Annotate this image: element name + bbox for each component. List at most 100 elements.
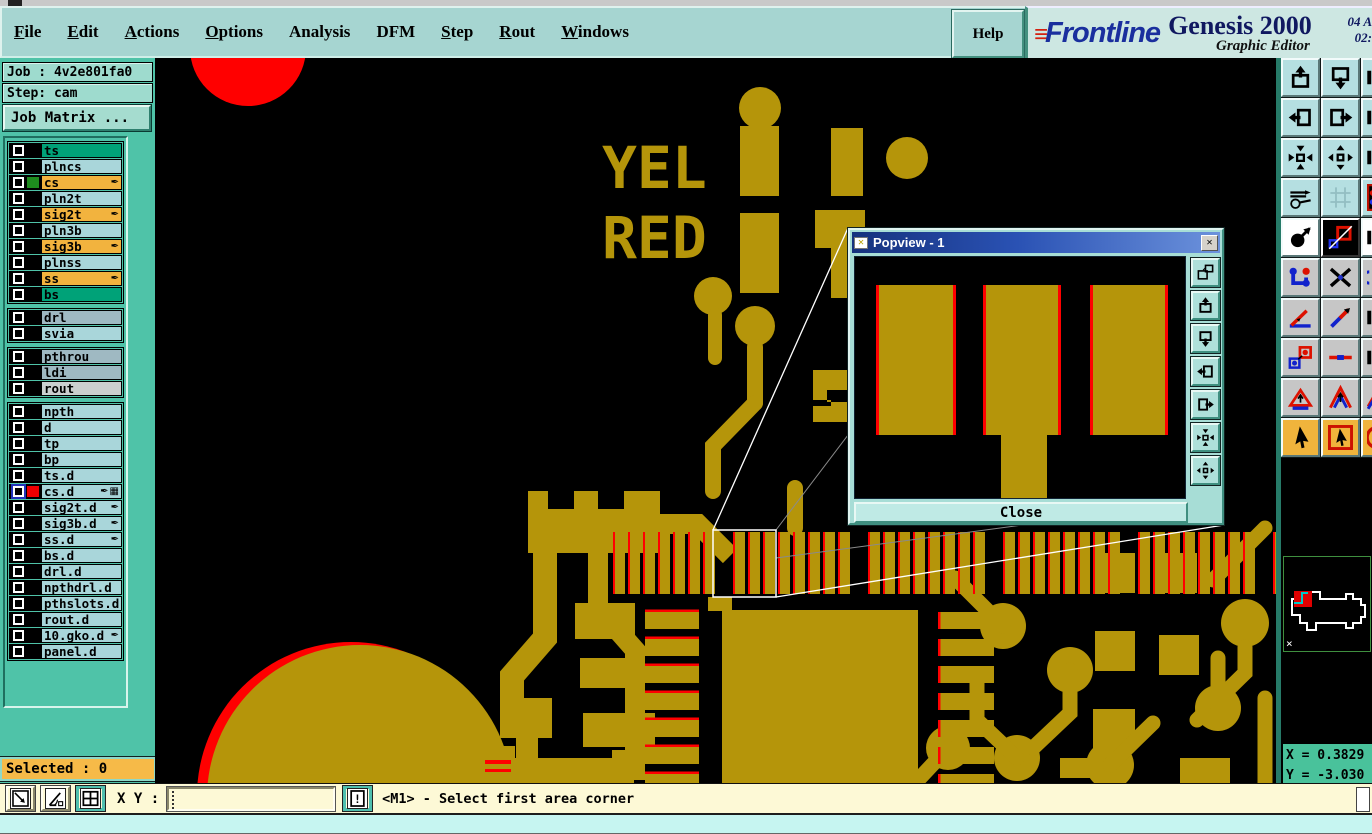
pan-center-button[interactable] xyxy=(1320,137,1361,178)
layer-row-bp[interactable]: bp xyxy=(9,452,122,467)
layer-color-box[interactable] xyxy=(27,312,39,323)
layer-row-bs.d[interactable]: bs.d xyxy=(9,548,122,563)
layer-color-box[interactable] xyxy=(27,367,39,378)
menu-item-windows[interactable]: Windows xyxy=(561,22,629,42)
layer-visibility-checkbox[interactable] xyxy=(13,241,24,252)
popview-pan-left-button[interactable] xyxy=(1190,356,1221,387)
popview-zoom-fit-button[interactable] xyxy=(1190,422,1221,453)
layer-visibility-checkbox[interactable] xyxy=(13,225,24,236)
fragment-button[interactable] xyxy=(1360,297,1372,338)
layer-color-box[interactable] xyxy=(27,193,39,204)
layer-row-npthdrl.d[interactable]: npthdrl.d xyxy=(9,580,122,595)
fragment-orange-button[interactable] xyxy=(1360,417,1372,458)
layer-visibility-checkbox[interactable] xyxy=(13,550,24,561)
layer-visibility-checkbox[interactable] xyxy=(13,454,24,465)
layer-visibility-checkbox[interactable] xyxy=(13,209,24,220)
layer-visibility-checkbox[interactable] xyxy=(13,328,24,339)
select-cursor-button[interactable] xyxy=(1281,417,1321,458)
menu-item-analysis[interactable]: Analysis xyxy=(289,22,350,42)
menu-item-options[interactable]: Options xyxy=(205,22,263,42)
grid-button[interactable] xyxy=(1320,177,1361,218)
layer-row-pln3b[interactable]: pln3b xyxy=(9,223,122,238)
erase-x-button[interactable] xyxy=(1320,257,1361,298)
zoom-area-button[interactable] xyxy=(5,785,36,812)
menu-help[interactable]: Help xyxy=(951,9,1025,59)
alert-button[interactable]: ! xyxy=(342,785,374,812)
layer-row-d[interactable]: d xyxy=(9,420,122,435)
layer-visibility-checkbox[interactable] xyxy=(13,438,24,449)
layer-color-box[interactable] xyxy=(27,161,39,172)
fragment-button[interactable] xyxy=(1360,337,1372,378)
active-layers-button[interactable] xyxy=(1320,217,1361,258)
layer-visibility-checkbox[interactable] xyxy=(13,582,24,593)
layer-row-sig2t[interactable]: sig2t ✒ xyxy=(9,207,122,222)
layer-visibility-checkbox[interactable] xyxy=(13,367,24,378)
layer-visibility-checkbox[interactable] xyxy=(13,614,24,625)
layer-color-box[interactable] xyxy=(27,177,39,188)
layer-visibility-checkbox[interactable] xyxy=(13,486,24,497)
layer-visibility-checkbox[interactable] xyxy=(13,351,24,362)
layer-row-plnss[interactable]: plnss xyxy=(9,255,122,270)
layer-row-sig3b[interactable]: sig3b ✒ xyxy=(9,239,122,254)
angle-line-button[interactable] xyxy=(1281,297,1321,338)
layer-visibility-checkbox[interactable] xyxy=(13,257,24,268)
fragment-blue-button[interactable] xyxy=(1360,257,1372,298)
tools-button[interactable] xyxy=(1281,177,1321,218)
layer-color-box[interactable] xyxy=(27,145,39,156)
stretch-button[interactable] xyxy=(1320,337,1361,378)
overview-minimap[interactable]: × xyxy=(1283,556,1371,652)
fragment-tri-button[interactable] xyxy=(1360,377,1372,418)
layer-row-ss[interactable]: ss ✒ xyxy=(9,271,122,286)
layer-color-box[interactable] xyxy=(27,550,39,561)
popview-pan-up-button[interactable] xyxy=(1190,290,1221,321)
layer-color-box[interactable] xyxy=(27,646,39,657)
layer-visibility-checkbox[interactable] xyxy=(13,598,24,609)
grid-toggle-button[interactable] xyxy=(75,785,106,812)
popview-pan-down-button[interactable] xyxy=(1190,323,1221,354)
popview-canvas[interactable] xyxy=(854,256,1186,499)
layer-row-rout.d[interactable]: rout.d xyxy=(9,612,122,627)
layer-visibility-checkbox[interactable] xyxy=(13,566,24,577)
pan-up-button[interactable] xyxy=(1281,58,1321,98)
select-box-cursor-button[interactable] xyxy=(1320,417,1361,458)
layer-color-box[interactable] xyxy=(27,257,39,268)
layer-color-box[interactable] xyxy=(27,502,39,513)
layer-visibility-checkbox[interactable] xyxy=(13,502,24,513)
job-matrix-button[interactable]: Job Matrix ... xyxy=(2,104,152,132)
popview-close-button[interactable]: Close xyxy=(854,502,1188,523)
layer-visibility-checkbox[interactable] xyxy=(13,646,24,657)
layer-color-box[interactable] xyxy=(27,566,39,577)
layer-row-svia[interactable]: svia xyxy=(9,326,122,341)
layer-color-box[interactable] xyxy=(27,614,39,625)
menu-item-file[interactable]: File xyxy=(14,22,41,42)
surface-button[interactable] xyxy=(1281,377,1321,418)
layer-color-box[interactable] xyxy=(27,273,39,284)
layer-color-box[interactable] xyxy=(27,422,39,433)
layer-row-sig2t.d[interactable]: sig2t.d ✒ xyxy=(9,500,122,515)
layer-color-box[interactable] xyxy=(27,209,39,220)
layer-visibility-checkbox[interactable] xyxy=(13,470,24,481)
layer-row-ss.d[interactable]: ss.d ✒ xyxy=(9,532,122,547)
layer-color-box[interactable] xyxy=(27,582,39,593)
popview-close-icon[interactable]: ✕ xyxy=(1201,234,1218,251)
layer-visibility-checkbox[interactable] xyxy=(13,289,24,300)
layer-visibility-checkbox[interactable] xyxy=(13,161,24,172)
layer-visibility-checkbox[interactable] xyxy=(13,630,24,641)
menu-item-dfm[interactable]: DFM xyxy=(376,22,415,42)
layer-visibility-checkbox[interactable] xyxy=(13,145,24,156)
layer-visibility-checkbox[interactable] xyxy=(13,422,24,433)
menu-item-edit[interactable]: Edit xyxy=(67,22,98,42)
layer-visibility-checkbox[interactable] xyxy=(13,383,24,394)
layer-visibility-checkbox[interactable] xyxy=(13,312,24,323)
layer-row-rout[interactable]: rout xyxy=(9,381,122,396)
clipped-corner-button[interactable] xyxy=(1356,787,1370,812)
layer-color-box[interactable] xyxy=(27,438,39,449)
layer-row-tp[interactable]: tp xyxy=(9,436,122,451)
layer-color-box[interactable] xyxy=(27,518,39,529)
layer-visibility-checkbox[interactable] xyxy=(13,193,24,204)
layer-row-pthrou[interactable]: pthrou xyxy=(9,349,122,364)
menu-item-step[interactable]: Step xyxy=(441,22,473,42)
fragment-button[interactable] xyxy=(1360,97,1372,138)
layer-row-npth[interactable]: npth xyxy=(9,404,122,419)
layer-row-pthslots.d[interactable]: pthslots.d xyxy=(9,596,122,611)
